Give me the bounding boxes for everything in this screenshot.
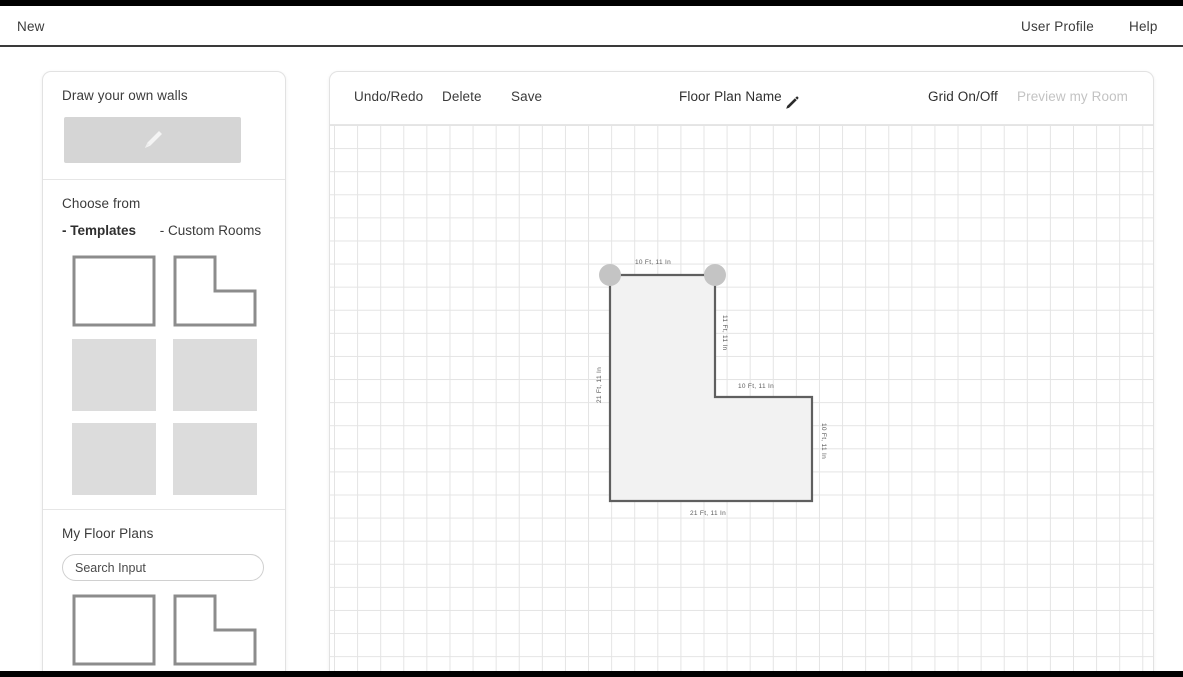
canvas-panel: Undo/Redo Delete Save Floor Plan Name Gr…: [329, 71, 1154, 671]
top-navigation-bar: New User Profile Help: [0, 6, 1183, 47]
bottom-black-bar: [0, 671, 1183, 677]
pencil-icon[interactable]: [785, 96, 799, 110]
dimension-label-right-upper: 11 Ft, 11 In: [721, 315, 728, 351]
choose-from-section: Choose from - Templates - Custom Rooms: [43, 180, 285, 495]
nav-help-link[interactable]: Help: [1129, 19, 1158, 34]
l-shape-room-icon: [173, 594, 256, 666]
draw-walls-section: Draw your own walls: [43, 72, 285, 179]
draw-walls-button[interactable]: [64, 117, 241, 163]
canvas-toolbar: Undo/Redo Delete Save Floor Plan Name Gr…: [330, 72, 1153, 125]
dimension-label-left: 21 Ft, 11 In: [596, 367, 603, 403]
preview-room-button[interactable]: Preview my Room: [1017, 89, 1128, 104]
left-sidebar: Draw your own walls Choose from - Templa…: [42, 71, 286, 671]
floor-plan-grid-canvas[interactable]: 10 Ft, 11 In 11 Ft, 11 In 10 Ft, 11 In 1…: [330, 125, 1153, 671]
square-room-icon: [72, 255, 155, 327]
grid-toggle-button[interactable]: Grid On/Off: [928, 89, 998, 104]
template-item-l-shape[interactable]: [173, 255, 257, 327]
square-room-icon: [72, 594, 155, 666]
choose-from-options: - Templates - Custom Rooms: [43, 211, 285, 238]
tab-templates[interactable]: - Templates: [62, 223, 136, 238]
placeholder-thumbnail: [71, 423, 156, 495]
save-button[interactable]: Save: [511, 89, 542, 104]
template-item-placeholder[interactable]: [71, 339, 156, 411]
template-grid: [43, 255, 285, 495]
floor-plan-item-square[interactable]: [72, 594, 156, 666]
room-outline[interactable]: [608, 273, 814, 503]
app-root: New User Profile Help Draw your own wall…: [0, 6, 1183, 671]
undo-redo-button[interactable]: Undo/Redo: [354, 89, 423, 104]
dimension-label-bottom: 21 Ft, 11 In: [690, 510, 726, 517]
dimension-label-middle: 10 Ft, 11 In: [738, 383, 774, 390]
corner-handle[interactable]: [704, 264, 726, 286]
l-shape-room-icon: [173, 255, 256, 327]
template-item-square[interactable]: [72, 255, 156, 327]
my-floor-plans-title: My Floor Plans: [62, 526, 154, 541]
dimension-label-top: 10 Ft, 11 In: [635, 259, 671, 266]
floor-plan-name-label[interactable]: Floor Plan Name: [679, 89, 782, 104]
template-item-placeholder[interactable]: [172, 339, 257, 411]
template-item-placeholder[interactable]: [172, 423, 257, 495]
placeholder-thumbnail: [172, 423, 257, 495]
delete-button[interactable]: Delete: [442, 89, 482, 104]
draw-walls-title: Draw your own walls: [62, 88, 188, 103]
my-floor-plans-section: My Floor Plans: [43, 510, 285, 666]
pencil-icon: [144, 131, 162, 148]
placeholder-thumbnail: [71, 339, 156, 411]
my-floor-plans-grid: [43, 594, 285, 666]
dimension-label-right-lower: 10 Ft, 11 In: [820, 423, 827, 459]
template-item-placeholder[interactable]: [71, 423, 156, 495]
nav-user-profile-link[interactable]: User Profile: [1021, 19, 1094, 34]
tab-custom-rooms[interactable]: - Custom Rooms: [160, 223, 261, 238]
floor-plan-drawing[interactable]: [330, 125, 1153, 671]
search-input[interactable]: [62, 554, 264, 581]
nav-new-button[interactable]: New: [17, 19, 45, 34]
corner-handle[interactable]: [599, 264, 621, 286]
floor-plan-item-l-shape[interactable]: [173, 594, 257, 666]
placeholder-thumbnail: [172, 339, 257, 411]
choose-from-title: Choose from: [62, 196, 141, 211]
